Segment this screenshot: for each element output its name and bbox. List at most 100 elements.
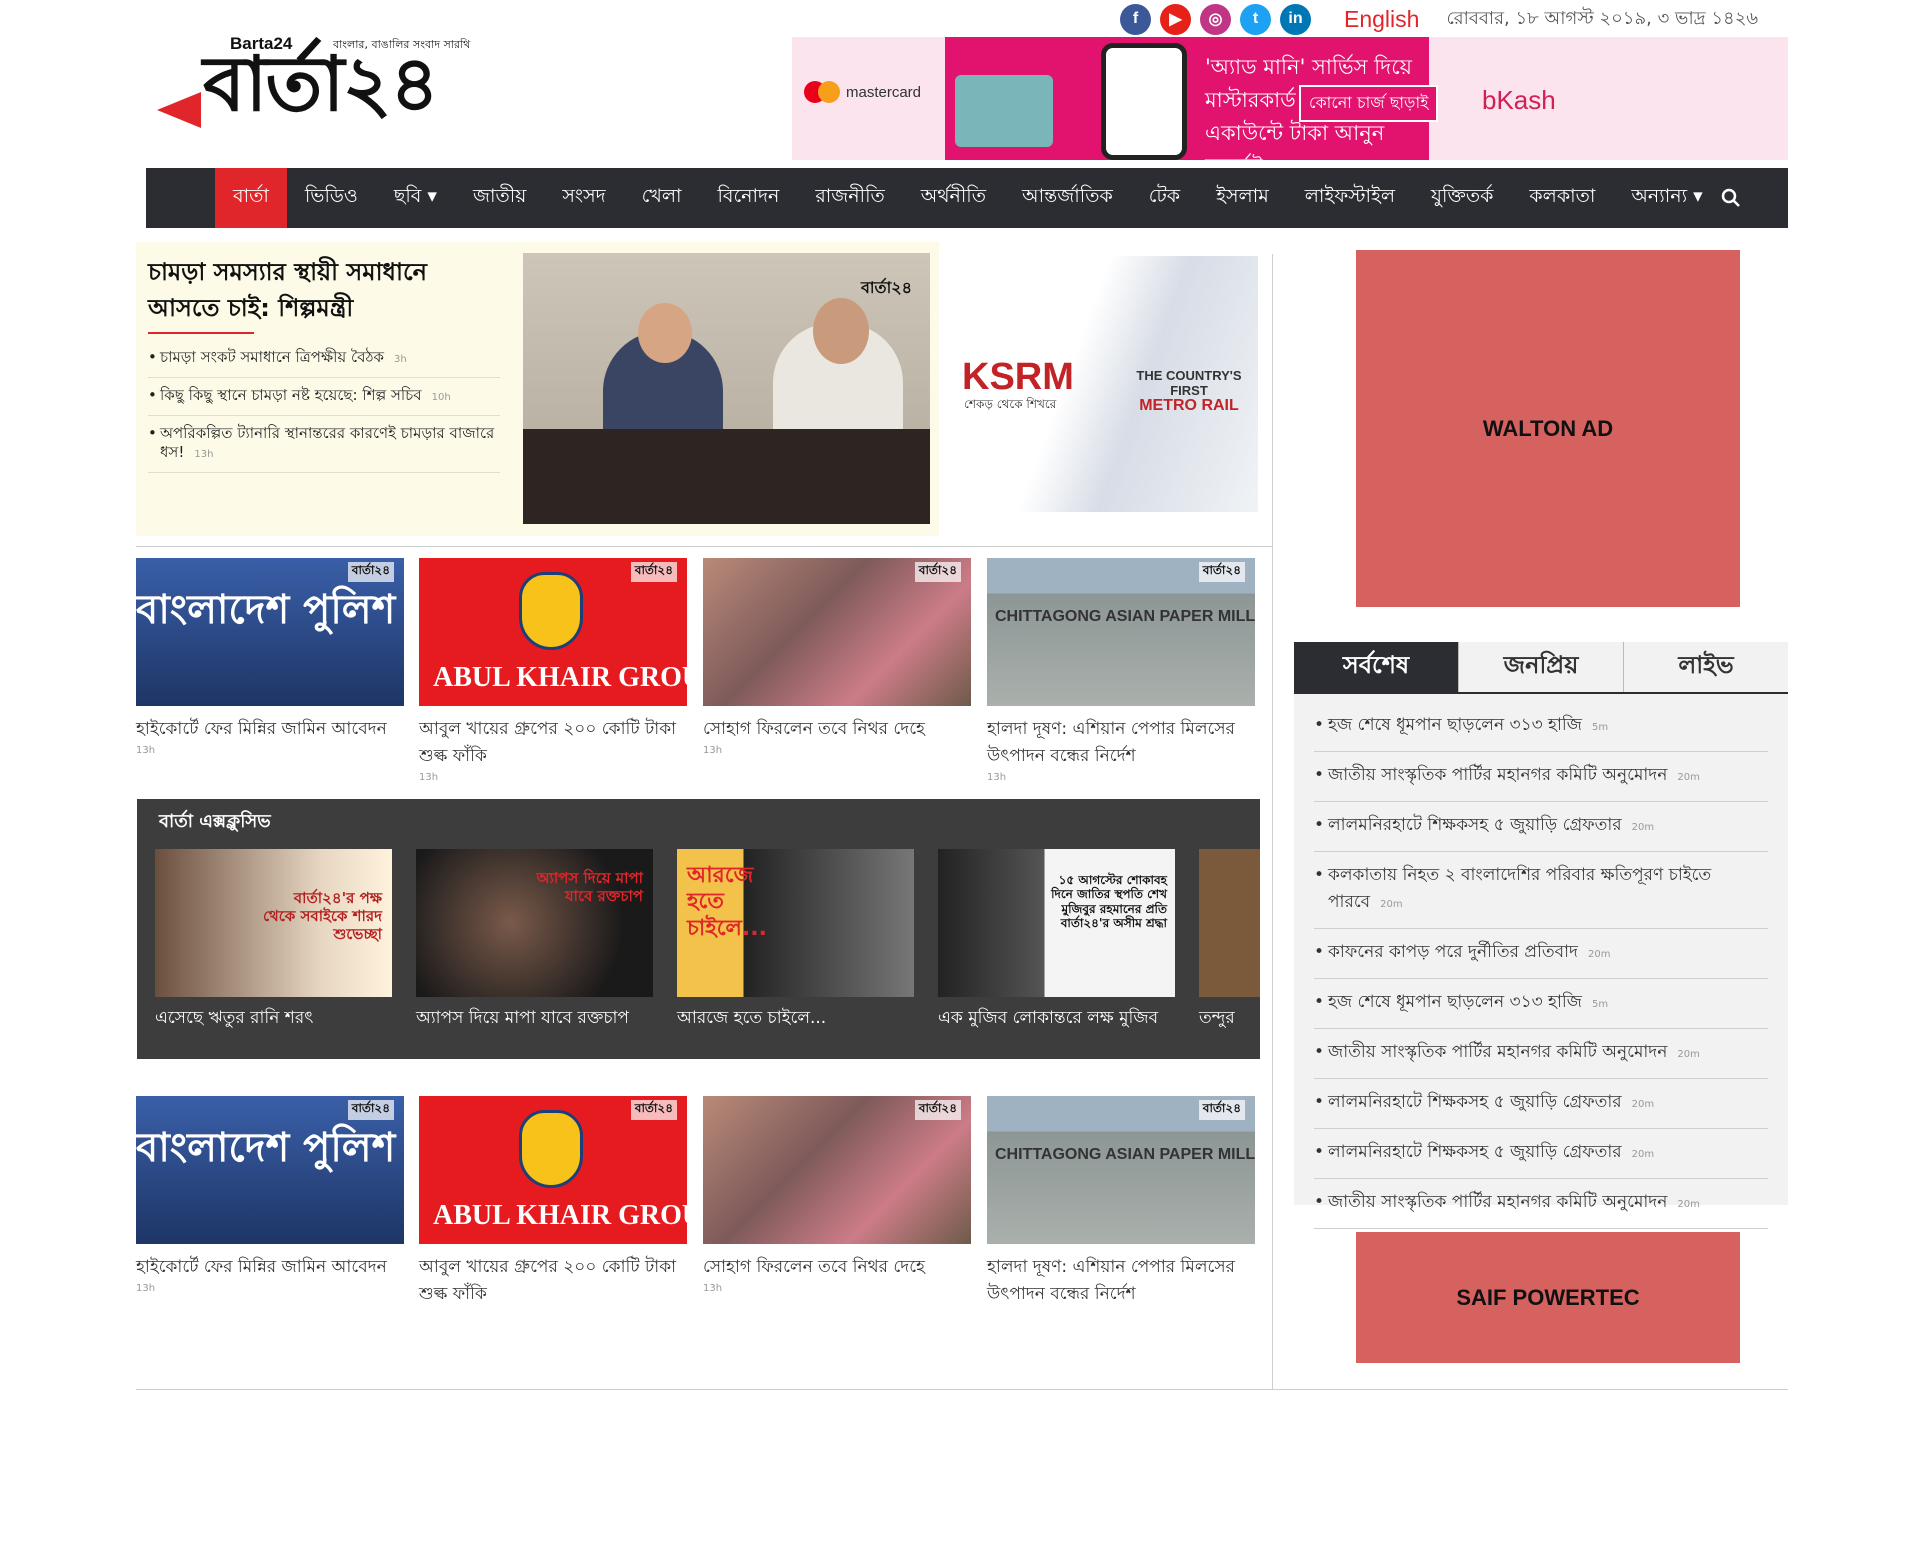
latest-item[interactable]: হজ শেষে ধূমপান ছাড়লেন ৩১৩ হাজি 5m	[1314, 702, 1768, 752]
site-logo[interactable]: Barta24 বাংলার, বাঙালির সংবাদ সারথি বার্…	[155, 26, 485, 136]
latest-item[interactable]: জাতীয় সাংস্কৃতিক পার্টির মহানগর কমিটি অ…	[1314, 1029, 1768, 1079]
card-title[interactable]: আবুল খায়ের গ্রুপের ২০০ কোটি টাকা শুল্ক …	[419, 1254, 687, 1308]
latest-item[interactable]: লালমনিরহাটে শিক্ষকসহ ৫ জুয়াড়ি গ্রেফতার…	[1314, 1129, 1768, 1179]
nav-item-8[interactable]: অর্থনীতি	[903, 168, 1004, 228]
news-card[interactable]: CHITTAGONG ASIAN PAPER MILLS (PVT) LTD. ব…	[987, 558, 1255, 783]
nav-item-5[interactable]: খেলা	[624, 168, 700, 228]
twitter-icon[interactable]: t	[1240, 3, 1271, 35]
latest-title[interactable]: জাতীয় সাংস্কৃতিক পার্টির মহানগর কমিটি অ…	[1328, 1042, 1667, 1062]
exclusive-thumbnail[interactable]: অ্যাপস দিয়ে মাপা যাবে রক্তচাপ	[416, 849, 653, 997]
latest-item[interactable]: লালমনিরহাটে শিক্ষকসহ ৫ জুয়াড়ি গ্রেফতার…	[1314, 1079, 1768, 1129]
related-item[interactable]: অপরিকল্পিত ট্যানারি স্থানান্তরের কারণেই …	[148, 416, 500, 473]
walton-ad[interactable]: WALTON AD	[1356, 250, 1740, 607]
exclusive-item[interactable]: অ্যাপস দিয়ে মাপা যাবে রক্তচাপ অ্যাপস দিয…	[416, 849, 653, 1033]
nav-item-7[interactable]: রাজনীতি	[797, 168, 902, 228]
related-item[interactable]: চামড়া সংকট সমাধানে ত্রিপক্ষীয় বৈঠক 3h	[148, 340, 500, 378]
card-thumbnail[interactable]: বার্তা২৪	[703, 558, 971, 706]
tab-0[interactable]: সর্বশেষ	[1294, 642, 1459, 692]
news-card[interactable]: CHITTAGONG ASIAN PAPER MILLS (PVT) LTD. ব…	[987, 1096, 1255, 1308]
latest-title[interactable]: লালমনিরহাটে শিক্ষকসহ ৫ জুয়াড়ি গ্রেফতার	[1328, 1142, 1622, 1162]
exclusive-title[interactable]: অ্যাপস দিয়ে মাপা যাবে রক্তচাপ	[416, 1005, 653, 1033]
nav-item-9[interactable]: আন্তর্জাতিক	[1004, 168, 1131, 228]
latest-title[interactable]: হজ শেষে ধূমপান ছাড়লেন ৩১৩ হাজি	[1328, 715, 1582, 735]
nav-item-6[interactable]: বিনোদন	[700, 168, 798, 228]
latest-title[interactable]: হজ শেষে ধূমপান ছাড়লেন ৩১৩ হাজি	[1328, 992, 1582, 1012]
facebook-icon[interactable]: f	[1120, 3, 1151, 35]
card-title[interactable]: সোহাগ ফিরলেন তবে নিথর দেহে	[703, 716, 971, 743]
ksrm-ad[interactable]: KSRM শেকড় থেকে শিখরে THE COUNTRY'S FIRS…	[950, 256, 1258, 512]
exclusive-item[interactable]: তন্দুর	[1199, 849, 1260, 1033]
latest-item[interactable]: লালমনিরহাটে শিক্ষকসহ ৫ জুয়াড়ি গ্রেফতার…	[1314, 802, 1768, 852]
exclusive-thumbnail[interactable]: আরজে হতে চাইলে...	[677, 849, 914, 997]
latest-item[interactable]: জাতীয় সাংস্কৃতিক পার্টির মহানগর কমিটি অ…	[1314, 752, 1768, 802]
card-thumbnail[interactable]: CHITTAGONG ASIAN PAPER MILLS (PVT) LTD. ব…	[987, 558, 1255, 706]
card-thumbnail[interactable]: বাংলাদেশ পুলিশ বার্তা২৪	[136, 1096, 404, 1244]
card-title[interactable]: হাইকোর্টে ফের মিন্নির জামিন আবেদন	[136, 716, 404, 743]
related-title[interactable]: কিছু কিছু স্থানে চামড়া নষ্ট হয়েছে: শিল…	[160, 386, 422, 404]
linkedin-icon[interactable]: in	[1280, 3, 1311, 35]
latest-title[interactable]: কাফনের কাপড় পরে দুর্নীতির প্রতিবাদ	[1328, 942, 1578, 962]
news-card[interactable]: ABUL KHAIR GROUP বার্তা২৪ আবুল খায়ের গ্রু…	[419, 558, 687, 783]
nav-item-2[interactable]: ছবি ▾	[376, 168, 455, 228]
nav-item-13[interactable]: যুক্তিতর্ক	[1413, 168, 1511, 228]
nav-item-10[interactable]: টেক	[1131, 168, 1198, 228]
latest-item[interactable]: কাফনের কাপড় পরে দুর্নীতির প্রতিবাদ 20m	[1314, 929, 1768, 979]
news-card[interactable]: ABUL KHAIR GROUP বার্তা২৪ আবুল খায়ের গ্রু…	[419, 1096, 687, 1308]
latest-title[interactable]: জাতীয় সাংস্কৃতিক পার্টির মহানগর কমিটি অ…	[1328, 765, 1667, 785]
lead-image[interactable]: বার্তা২৪	[523, 253, 930, 524]
card-title[interactable]: হালদা দূষণ: এশিয়ান পেপার মিলসের উৎপাদন …	[987, 1254, 1255, 1308]
card-thumbnail[interactable]: CHITTAGONG ASIAN PAPER MILLS (PVT) LTD. ব…	[987, 1096, 1255, 1244]
latest-title[interactable]: লালমনিরহাটে শিক্ষকসহ ৫ জুয়াড়ি গ্রেফতার	[1328, 1092, 1622, 1112]
instagram-icon[interactable]: ◎	[1200, 3, 1231, 35]
exclusive-item[interactable]: ১৫ আগস্টের শোকাবহ দিনে জাতির স্থপতি শেখ …	[938, 849, 1175, 1033]
nav-item-12[interactable]: লাইফস্টাইল	[1287, 168, 1413, 228]
related-title[interactable]: চামড়া সংকট সমাধানে ত্রিপক্ষীয় বৈঠক	[160, 348, 384, 366]
exclusive-item[interactable]: বার্তা২৪'র পক্ষ থেকে সবাইকে শারদ শুভেচ্ছ…	[155, 849, 392, 1033]
exclusive-title[interactable]: এক মুজিব লোকান্তরে লক্ষ মুজিব	[938, 1005, 1175, 1033]
card-title[interactable]: হাইকোর্টে ফের মিন্নির জামিন আবেদন	[136, 1254, 404, 1281]
tab-1[interactable]: জনপ্রিয়	[1459, 642, 1624, 692]
latest-title[interactable]: লালমনিরহাটে শিক্ষকসহ ৫ জুয়াড়ি গ্রেফতার	[1328, 815, 1622, 835]
exclusive-thumbnail[interactable]: বার্তা২৪'র পক্ষ থেকে সবাইকে শারদ শুভেচ্ছ…	[155, 849, 392, 997]
exclusive-thumbnail[interactable]	[1199, 849, 1260, 997]
news-card[interactable]: বাংলাদেশ পুলিশ বার্তা২৪ হাইকোর্টে ফের মিন্…	[136, 1096, 404, 1294]
news-card[interactable]: বার্তা২৪ সোহাগ ফিরলেন তবে নিথর দেহে 13h	[703, 558, 971, 756]
card-thumbnail[interactable]: ABUL KHAIR GROUP বার্তা২৪	[419, 558, 687, 706]
card-thumbnail[interactable]: বাংলাদেশ পুলিশ বার্তা২৪	[136, 558, 404, 706]
news-card[interactable]: বাংলাদেশ পুলিশ বার্তা২৪ হাইকোর্টে ফের মিন্…	[136, 558, 404, 756]
nav-item-0[interactable]: বার্তা	[215, 168, 287, 228]
nav-item-4[interactable]: সংসদ	[544, 168, 623, 228]
card-thumbnail[interactable]: বার্তা২৪	[703, 1096, 971, 1244]
latest-item[interactable]: জাতীয় সাংস্কৃতিক পার্টির মহানগর কমিটি অ…	[1314, 1179, 1768, 1229]
nav-item-14[interactable]: কলকাতা	[1511, 168, 1613, 228]
exclusive-item[interactable]: আরজে হতে চাইলে... আরজে হতে চাইলে...	[677, 849, 914, 1033]
ksrm-tagline: শেকড় থেকে শিখরে	[964, 397, 1057, 411]
latest-title[interactable]: জাতীয় সাংস্কৃতিক পার্টির মহানগর কমিটি অ…	[1328, 1192, 1667, 1212]
headline-underline	[148, 332, 254, 334]
news-card[interactable]: বার্তা২৪ সোহাগ ফিরলেন তবে নিথর দেহে 13h	[703, 1096, 971, 1294]
latest-item[interactable]: হজ শেষে ধূমপান ছাড়লেন ৩১৩ হাজি 5m	[1314, 979, 1768, 1029]
card-thumbnail[interactable]: ABUL KHAIR GROUP বার্তা২৪	[419, 1096, 687, 1244]
exclusive-title[interactable]: আরজে হতে চাইলে...	[677, 1005, 914, 1033]
saif-powertec-ad[interactable]: SAIF POWERTEC	[1356, 1232, 1740, 1363]
thumbnail-caption: আরজে হতে চাইলে...	[687, 863, 768, 941]
exclusive-title[interactable]: এসেছে ঋতুর রানি শরৎ	[155, 1005, 392, 1033]
nav-item-11[interactable]: ইসলাম	[1198, 168, 1287, 228]
nav-item-15[interactable]: অন্যান্য ▾	[1613, 168, 1720, 228]
card-title[interactable]: হালদা দূষণ: এশিয়ান পেপার মিলসের উৎপাদন …	[987, 716, 1255, 770]
youtube-icon[interactable]: ▶	[1160, 3, 1191, 35]
card-title[interactable]: আবুল খায়ের গ্রুপের ২০০ কোটি টাকা শুল্ক …	[419, 716, 687, 770]
exclusive-title[interactable]: তন্দুর	[1199, 1005, 1260, 1033]
search-icon[interactable]	[1720, 187, 1742, 209]
lead-headline[interactable]: চামড়া সমস্যার স্থায়ী সমাধানে আসতে চাই:…	[148, 254, 468, 326]
exclusive-thumbnail[interactable]: ১৫ আগস্টের শোকাবহ দিনে জাতির স্থপতি শেখ …	[938, 849, 1175, 997]
related-item[interactable]: কিছু কিছু স্থানে চামড়া নষ্ট হয়েছে: শিল…	[148, 378, 500, 416]
card-title[interactable]: সোহাগ ফিরলেন তবে নিথর দেহে	[703, 1254, 971, 1281]
image-watermark: বার্তা২৪	[914, 562, 961, 582]
nav-item-3[interactable]: জাতীয়	[455, 168, 544, 228]
tab-2[interactable]: লাইভ	[1624, 642, 1788, 692]
bkash-mastercard-ad[interactable]: mastercard 'অ্যাড মানি' সার্ভিস দিয়ে মা…	[792, 37, 1788, 160]
english-link[interactable]: English	[1344, 6, 1419, 33]
nav-item-1[interactable]: ভিডিও	[287, 168, 376, 228]
latest-item[interactable]: কলকাতায় নিহত ২ বাংলাদেশির পরিবার ক্ষতিপ…	[1314, 852, 1768, 929]
